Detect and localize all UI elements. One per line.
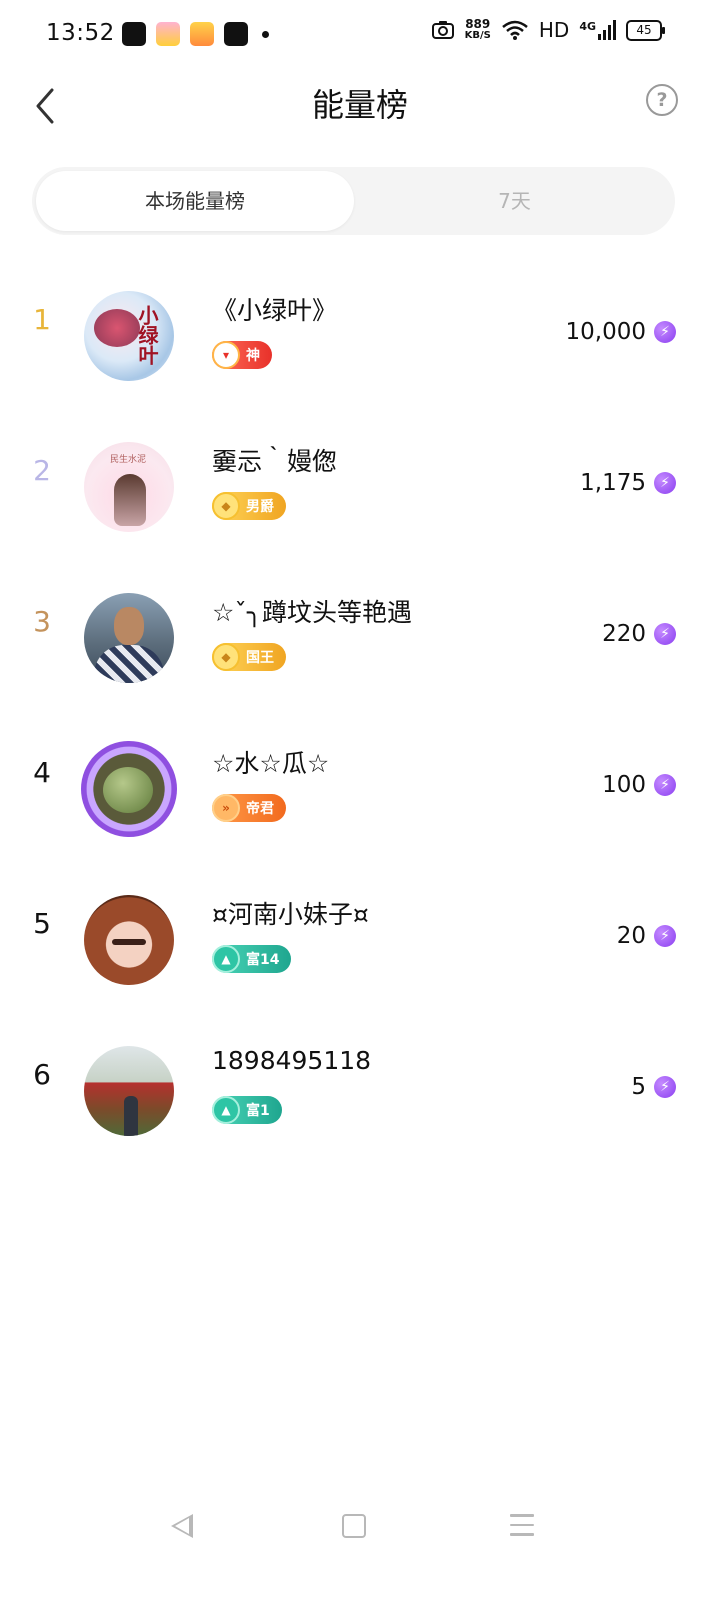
rank-number: 4 <box>33 756 51 789</box>
wealth-badge: ▲ 富14 <box>212 945 292 973</box>
avatar-calligraphy: 小绿叶 <box>135 305 159 365</box>
wealth-badge-label: 富1 <box>246 1103 270 1119</box>
page-title: 能量榜 <box>311 86 408 124</box>
level-badge-icon: ▾ <box>212 341 240 369</box>
energy-score: 1,175 <box>580 470 646 496</box>
net-speed-unit: KB/S <box>464 30 491 41</box>
wealth-badge-label: 富14 <box>246 952 280 968</box>
rank-number: 6 <box>33 1058 51 1091</box>
status-time: 13:52 <box>46 20 115 46</box>
level-badge: ▾ 神 <box>212 341 272 369</box>
avatar[interactable] <box>84 593 174 683</box>
avatar-doll-graphic <box>112 939 146 945</box>
energy-bolt-icon: ⚡ <box>654 472 676 494</box>
level-badge-icon: » <box>212 794 240 822</box>
notification-app-icons <box>122 22 269 46</box>
network-speed: 889 KB/S <box>464 17 491 41</box>
status-bar: 13:52 889 KB/S HD 4G 45 <box>0 0 720 72</box>
energy-score: 5 <box>631 1074 646 1100</box>
rank-number: 5 <box>33 907 51 940</box>
energy-bolt-icon: ⚡ <box>654 925 676 947</box>
page-header: 能量榜 ? <box>0 72 720 132</box>
energy-bolt-icon: ⚡ <box>654 774 676 796</box>
energy-bolt-icon: ⚡ <box>654 623 676 645</box>
wifi-icon <box>502 20 528 40</box>
level-badge-label: 国王 <box>246 650 274 666</box>
camera-icon <box>431 21 454 39</box>
tab-current-session[interactable]: 本场能量榜 <box>36 171 354 231</box>
avatar-face-graphic <box>114 607 144 645</box>
help-button[interactable]: ? <box>646 84 678 116</box>
nav-menu-icon[interactable] <box>510 1514 534 1536</box>
user-name: 《小绿叶》 <box>212 296 338 325</box>
nav-home-icon[interactable] <box>342 1514 366 1538</box>
rank-number: 1 <box>33 303 51 336</box>
avatar[interactable] <box>84 895 174 985</box>
level-badge-icon: ◆ <box>212 492 240 520</box>
ranking-row[interactable]: 3 ☆ˇ╮蹲坟头等艳遇 ◆ 国王 220 ⚡ <box>0 557 720 708</box>
ranking-row[interactable]: 1 小绿叶 《小绿叶》 ▾ 神 10,000 ⚡ <box>0 255 720 406</box>
capcut-app-icon <box>224 22 248 46</box>
user-name: 1898495118 <box>212 1046 372 1075</box>
wealth-badge-icon: ▲ <box>212 1096 240 1124</box>
network-type: 4G <box>579 20 596 33</box>
battery-icon: 45 <box>626 19 665 41</box>
energy-score: 20 <box>616 923 646 949</box>
energy-score: 10,000 <box>565 319 646 345</box>
ranking-row[interactable]: 6 1898495118 ▲ 富1 5 ⚡ <box>0 1010 720 1161</box>
ranking-row[interactable]: 4 ☆水☆瓜☆ » 帝君 100 ⚡ <box>0 708 720 859</box>
energy-score: 220 <box>602 621 646 647</box>
level-badge-label: 男爵 <box>246 499 274 515</box>
signal-bars-icon <box>598 20 616 40</box>
avatar[interactable]: 小绿叶 <box>84 291 174 381</box>
avatar[interactable]: 民生水泥 <box>84 442 174 532</box>
energy-bolt-icon: ⚡ <box>654 321 676 343</box>
status-indicators: 889 KB/S HD 4G 45 <box>431 17 665 42</box>
more-notifications-dot <box>262 30 269 38</box>
battery-level: 45 <box>636 22 652 37</box>
avatar-person-graphic <box>124 1096 138 1136</box>
level-badge-icon: ◆ <box>212 643 240 671</box>
system-nav-bar <box>0 1500 720 1600</box>
user-name: ¤河南小妹子¤ <box>212 900 369 929</box>
rank-number: 3 <box>33 605 51 638</box>
avatar-shirt-graphic <box>94 645 164 683</box>
ranking-tabs: 本场能量榜 7天 <box>32 167 675 235</box>
level-badge-label: 帝君 <box>246 801 274 817</box>
avatar-fruit-graphic <box>103 767 153 813</box>
tiktok-app-icon <box>122 22 146 46</box>
avatar[interactable] <box>84 1046 174 1136</box>
energy-bolt-icon: ⚡ <box>654 1076 676 1098</box>
level-badge: » 帝君 <box>212 794 286 822</box>
video-app-icon <box>190 22 214 46</box>
tab-7-days[interactable]: 7天 <box>354 167 675 235</box>
signal-indicator: 4G <box>579 20 616 40</box>
avatar-tag-text: 民生水泥 <box>110 455 147 465</box>
nav-back-icon[interactable] <box>171 1514 193 1538</box>
level-badge-label: 神 <box>246 348 260 364</box>
wealth-badge-icon: ▲ <box>212 945 240 973</box>
user-name: ☆水☆瓜☆ <box>212 749 330 778</box>
hd-indicator: HD <box>538 18 570 42</box>
user-name: ☆ˇ╮蹲坟头等艳遇 <box>212 598 412 627</box>
level-badge: ◆ 男爵 <box>212 492 286 520</box>
ranking-row[interactable]: 2 民生水泥 嫑忈｀嫚偬 ◆ 男爵 1,175 ⚡ <box>0 406 720 557</box>
avatar-with-frame[interactable] <box>81 741 177 837</box>
energy-score: 100 <box>602 772 646 798</box>
user-name: 嫑忈｀嫚偬 <box>212 447 338 476</box>
wealth-badge: ▲ 富1 <box>212 1096 282 1124</box>
avatar-figure-graphic <box>114 474 146 526</box>
rank-number: 2 <box>33 454 51 487</box>
net-speed-value: 889 <box>465 17 491 31</box>
level-badge: ◆ 国王 <box>212 643 286 671</box>
app-notification-icon <box>156 22 180 46</box>
help-icon: ? <box>656 89 668 111</box>
ranking-row[interactable]: 5 ¤河南小妹子¤ ▲ 富14 20 ⚡ <box>0 859 720 1010</box>
